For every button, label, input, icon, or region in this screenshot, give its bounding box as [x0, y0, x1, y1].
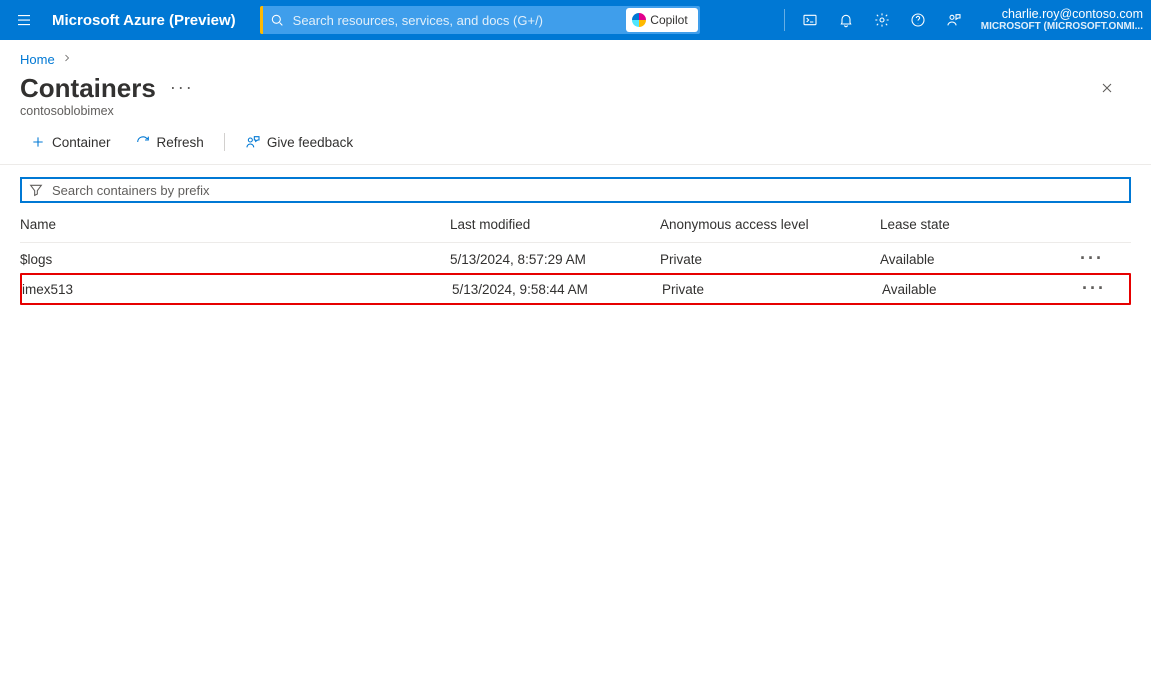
table-row[interactable]: imex5135/13/2024, 9:58:44 AMPrivateAvail… [20, 273, 1131, 305]
hamburger-menu-button[interactable] [8, 4, 40, 36]
col-lease[interactable]: Lease state [880, 217, 1050, 232]
brand-label: Microsoft Azure (Preview) [52, 12, 236, 29]
row-more-button[interactable]: ··· [1082, 285, 1112, 292]
cell-name: $logs [20, 252, 450, 267]
account-email: charlie.roy@contoso.com [981, 8, 1143, 22]
title-bar: Containers ··· [0, 71, 1151, 104]
topbar-actions: charlie.roy@contoso.com MICROSOFT (MICRO… [778, 3, 1143, 37]
title-more-button[interactable]: ··· [170, 77, 194, 98]
cell-last-modified: 5/13/2024, 8:57:29 AM [450, 252, 660, 267]
gear-icon [874, 12, 890, 28]
cell-lease: Available [880, 252, 1050, 267]
feedback-person-icon [946, 12, 962, 28]
close-button[interactable] [1093, 74, 1121, 102]
global-search[interactable]: Copilot [260, 6, 700, 34]
containers-table: Name Last modified Anonymous access leve… [20, 211, 1131, 305]
account-tenant: MICROSOFT (MICROSOFT.ONMI... [981, 21, 1143, 32]
refresh-icon [135, 134, 151, 150]
page-subtitle: contosoblobimex [0, 104, 1151, 126]
refresh-button[interactable]: Refresh [125, 130, 214, 154]
cloud-shell-button[interactable] [793, 3, 827, 37]
feedback-icon [245, 134, 261, 150]
toolbar-separator [224, 133, 225, 151]
filter-box[interactable] [20, 177, 1131, 203]
command-bar: Container Refresh Give feedback [0, 126, 1151, 165]
topbar-divider [784, 9, 785, 31]
page-content: Home Containers ··· contosoblobimex Cont… [0, 40, 1151, 305]
feedback-button[interactable] [937, 3, 971, 37]
notifications-button[interactable] [829, 3, 863, 37]
search-icon [263, 12, 291, 28]
cloud-shell-icon [802, 12, 818, 28]
chevron-right-icon [61, 52, 73, 67]
plus-icon [30, 134, 46, 150]
topbar: Microsoft Azure (Preview) Copilot charli… [0, 0, 1151, 40]
hamburger-icon [15, 11, 33, 29]
help-button[interactable] [901, 3, 935, 37]
col-access[interactable]: Anonymous access level [660, 217, 880, 232]
table-header: Name Last modified Anonymous access leve… [20, 211, 1131, 243]
row-more-button[interactable]: ··· [1080, 255, 1110, 262]
filter-input[interactable] [50, 182, 1123, 199]
give-feedback-button[interactable]: Give feedback [235, 130, 363, 154]
add-container-label: Container [52, 135, 111, 150]
breadcrumb: Home [0, 48, 1151, 71]
help-icon [910, 12, 926, 28]
col-last-modified[interactable]: Last modified [450, 217, 660, 232]
page-title: Containers [20, 73, 156, 104]
cell-name: imex513 [22, 282, 452, 297]
copilot-icon [632, 13, 646, 27]
add-container-button[interactable]: Container [20, 130, 121, 154]
refresh-label: Refresh [157, 135, 204, 150]
filter-area [20, 177, 1131, 203]
filter-icon [28, 182, 44, 198]
cell-lease: Available [882, 282, 1052, 297]
table-row[interactable]: $logs5/13/2024, 8:57:29 AMPrivateAvailab… [20, 243, 1131, 275]
copilot-label: Copilot [650, 13, 687, 27]
bell-icon [838, 12, 854, 28]
cell-last-modified: 5/13/2024, 9:58:44 AM [452, 282, 662, 297]
breadcrumb-home[interactable]: Home [20, 52, 55, 67]
settings-button[interactable] [865, 3, 899, 37]
table-body: $logs5/13/2024, 8:57:29 AMPrivateAvailab… [20, 243, 1131, 305]
account-area[interactable]: charlie.roy@contoso.com MICROSOFT (MICRO… [981, 8, 1143, 33]
cell-access: Private [660, 252, 880, 267]
give-feedback-label: Give feedback [267, 135, 353, 150]
copilot-button[interactable]: Copilot [626, 8, 697, 32]
cell-access: Private [662, 282, 882, 297]
col-name[interactable]: Name [20, 217, 450, 232]
close-icon [1099, 80, 1115, 96]
